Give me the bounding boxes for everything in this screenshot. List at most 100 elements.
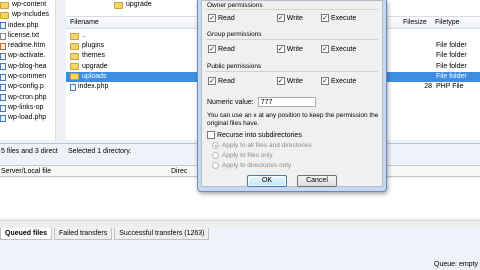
checkmark-icon: ✓ [208,14,216,22]
local-file-name: wp-config.p [8,83,44,91]
local-file-row[interactable]: index.php [0,21,59,31]
remote-status-text: Selected 1 directory. [68,148,132,155]
local-file-name: wp-load.php [8,114,47,122]
owner-permissions-label: Owner permissions [207,2,263,9]
remote-file-type: File folder [436,72,467,80]
owner-execute-checkbox[interactable]: ✓ Execute [320,14,356,22]
php-file-icon [0,104,6,112]
column-server-local-file[interactable]: Server/Local file [1,166,51,178]
apply-directories-radio[interactable]: Apply to directories only [212,162,291,169]
checkmark-icon: ✓ [320,14,329,22]
php-file-icon [0,84,6,92]
folder-icon [70,63,79,71]
remote-file-type: PHP File [436,83,464,90]
local-file-row[interactable]: wp-content [0,0,59,10]
public-permissions-row: ✓ Read ✓ Write ✓ Execute [208,76,368,86]
text-file-icon [0,32,6,40]
queue-tabs: Queued files Failed transfers Successful… [0,228,480,240]
local-file-name: wp-includes [12,11,49,19]
checkbox-icon [207,131,215,139]
group-permissions-label: Group permissions [207,31,262,38]
queue-scrollbar[interactable] [0,220,480,227]
remote-file-name: index.php [78,83,109,90]
checkmark-icon: ✓ [208,45,216,53]
checkmark-icon: ✓ [320,77,329,85]
status-bar [0,244,480,270]
file-permissions-dialog: Owner permissions ✓ Read ✓ Write ✓ Execute … [197,0,387,192]
local-file-row[interactable]: wp-links-op [0,103,59,113]
local-file-row[interactable]: wp-includes [0,10,59,20]
dialog-body: Owner permissions ✓ Read ✓ Write ✓ Execute … [201,0,383,187]
local-file-row[interactable]: wp-commen [0,72,59,82]
group-divider [206,9,378,10]
group-write-checkbox[interactable]: ✓ Write [276,45,303,53]
checkmark-icon: ✓ [276,14,285,22]
group-execute-checkbox[interactable]: ✓ Execute [320,45,356,53]
tab-failed-transfers[interactable]: Failed transfers [54,228,113,240]
php-file-icon [0,94,6,102]
recurse-subdirectories-checkbox[interactable]: Recurse into subdirectories [207,130,314,140]
owner-write-checkbox[interactable]: ✓ Write [276,14,303,22]
column-direction[interactable]: Direc [171,166,187,178]
group-read-checkbox[interactable]: ✓ Read [208,45,235,53]
radio-icon [212,162,219,169]
folder-icon [0,11,9,19]
html-file-icon [0,42,6,50]
local-file-row[interactable]: wp-cron.php [0,93,59,103]
group-permissions-row: ✓ Read ✓ Write ✓ Execute [208,44,368,54]
remote-tree-folder-label: upgrade [126,1,152,8]
remote-file-name: .. [82,32,86,39]
php-file-icon [0,73,6,81]
local-file-row[interactable]: wp-blog-hea [0,62,59,72]
checkmark-icon: ✓ [276,45,285,53]
queue-status: Queue: empty [434,261,478,268]
column-filesize[interactable]: Filesize [403,17,427,29]
checkmark-icon: ✓ [276,77,285,85]
tab-queued-files[interactable]: Queued files [0,228,53,240]
local-file-name: wp-links-op [8,103,44,111]
public-read-checkbox[interactable]: ✓ Read [208,77,235,85]
php-file-icon [0,63,6,71]
folder-icon [70,42,79,50]
local-file-name: wp-cron.php [8,93,47,101]
remote-tree-current-folder[interactable]: upgrade [114,0,152,10]
tab-successful-transfers[interactable]: Successful transfers (1263) [114,228,210,240]
folder-icon [70,52,79,60]
local-file-row[interactable]: wp-config.p [0,82,59,92]
php-file-icon [0,53,6,61]
local-file-name: wp-activate. [8,52,46,60]
local-scrollbar[interactable] [55,0,61,140]
radio-icon [212,142,219,149]
local-file-list[interactable]: wp-content wp-includes index.php license.tx… [0,0,60,140]
folder-icon [114,1,123,9]
group-divider [206,71,378,72]
local-file-name: index.php [8,21,39,29]
local-file-row[interactable]: wp-load.php [0,113,59,123]
group-divider [206,39,378,40]
owner-read-checkbox[interactable]: ✓ Read [208,14,235,22]
local-file-name: wp-commen [8,73,47,81]
numeric-value-label: Numeric value: [207,98,254,106]
cancel-button[interactable]: Cancel [297,175,337,187]
apply-all-radio[interactable]: Apply to all files and directories [212,142,312,149]
numeric-value-input[interactable] [257,97,316,107]
php-file-icon [0,114,6,122]
public-write-checkbox[interactable]: ✓ Write [276,77,303,85]
local-file-row[interactable]: readme.htm [0,41,59,51]
local-status-text: 5 files and 3 direct [1,148,58,155]
numeric-value-row: Numeric value: [207,97,316,107]
column-filetype[interactable]: Filetype [435,17,460,29]
folder-icon [0,1,9,9]
recurse-label: Recurse into subdirectories [217,131,302,139]
column-filename[interactable]: Filename [70,17,99,29]
checkmark-icon: ✓ [320,45,329,53]
apply-files-radio[interactable]: Apply to files only [212,152,273,159]
remote-file-name: upgrade [82,62,108,70]
public-permissions-label: Public permissions [207,63,262,70]
public-execute-checkbox[interactable]: ✓ Execute [320,77,356,85]
remote-file-name: uploads [82,72,107,80]
local-file-name: wp-content [12,1,47,8]
local-file-row[interactable]: license.txt [0,31,59,41]
remote-file-type: File folder [436,52,467,60]
local-file-row[interactable]: wp-activate. [0,51,59,61]
